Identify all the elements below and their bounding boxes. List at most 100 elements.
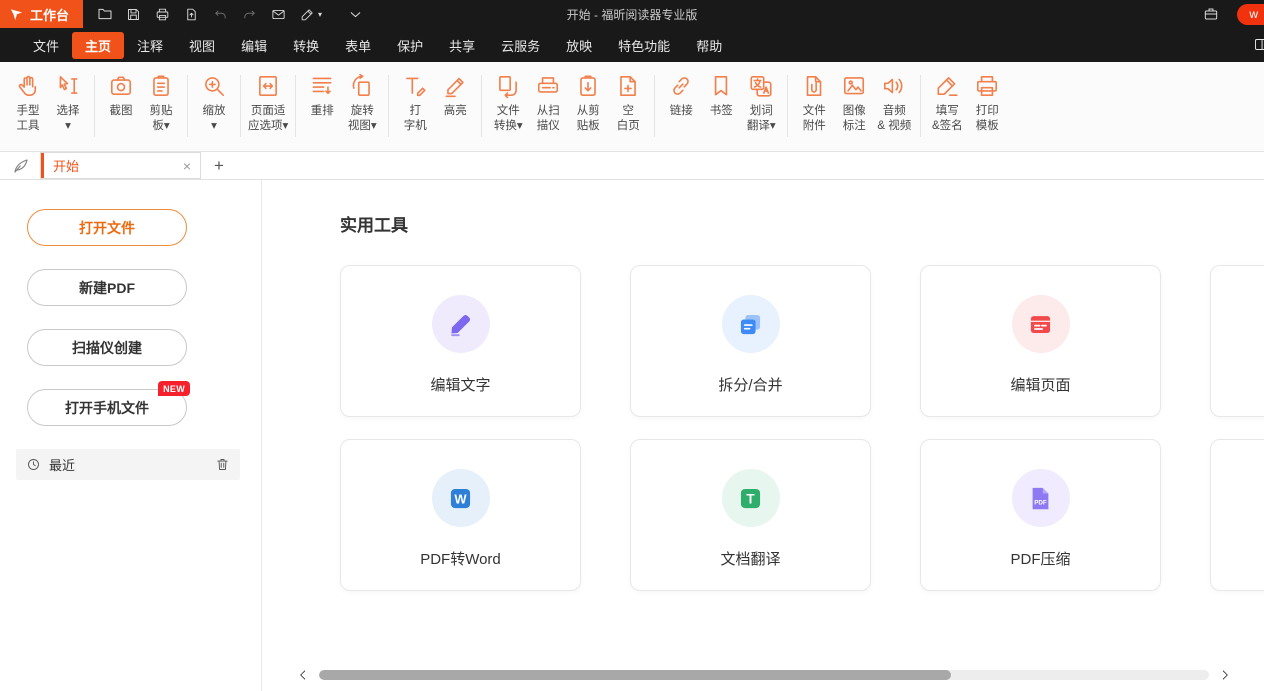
menu-cloud[interactable]: 云服务 <box>488 32 553 59</box>
tab-start[interactable]: 开始 × <box>40 152 201 179</box>
ribbon-group-sign-print: 填写 &签名 打印 模板 <box>927 62 1007 134</box>
sidebar-open-mobile-button[interactable]: 打开手机文件 NEW <box>27 389 187 426</box>
menu-comment[interactable]: 注释 <box>124 32 176 59</box>
menu-help[interactable]: 帮助 <box>683 32 735 59</box>
sidebar-open-file-button[interactable]: 打开文件 <box>27 209 187 246</box>
save-button[interactable] <box>120 2 147 26</box>
tool-card-partial[interactable] <box>1210 265 1264 417</box>
menu-edit[interactable]: 编辑 <box>228 32 280 59</box>
toolbar-highlight[interactable]: 高亮 <box>436 62 474 134</box>
panel-icon[interactable] <box>1253 37 1264 52</box>
toolbar-bookmark[interactable]: 书签 <box>702 62 740 134</box>
tool-card-pdf-compress[interactable]: PDF压缩 <box>920 439 1161 591</box>
menu-form[interactable]: 表单 <box>332 32 384 59</box>
titlebar: 工作台 ▾ 开始 - 福昕阅读器专业版 w <box>0 0 1264 28</box>
print-button[interactable] <box>149 2 176 26</box>
toolbar-clipboard[interactable]: 剪贴 板▾ <box>142 62 180 134</box>
button-label: 新建PDF <box>79 278 135 298</box>
toolbar-label: 音频 & 视频 <box>877 104 911 134</box>
toolbar-image-annotation[interactable]: 图像 标注 <box>835 62 873 134</box>
sign-pen-button[interactable] <box>294 2 321 26</box>
toolbar-link[interactable]: 链接 <box>662 62 700 134</box>
scrollbar-thumb[interactable] <box>319 670 951 680</box>
quill-icon[interactable] <box>12 157 30 175</box>
toolbar-file-attachment[interactable]: 文件 附件 <box>795 62 833 134</box>
scrollbar-track[interactable] <box>319 670 1209 680</box>
menu-present[interactable]: 放映 <box>553 32 605 59</box>
workspace-button[interactable]: 工作台 <box>0 0 83 28</box>
tool-card-doc-translate[interactable]: 文档翻译 <box>630 439 871 591</box>
ribbon-separator <box>920 75 921 137</box>
toolbar-reflow[interactable]: 重排 <box>303 62 341 134</box>
toolbar-from-scanner[interactable]: 从扫 描仪 <box>529 62 567 134</box>
undo-button[interactable] <box>207 2 234 26</box>
briefcase-button[interactable] <box>1197 2 1224 26</box>
toolbar-label: 链接 <box>670 104 693 119</box>
horizontal-scrollbar <box>296 668 1232 682</box>
scroll-left-icon[interactable] <box>296 668 310 682</box>
ribbon-group-create: 文件 转换▾ 从扫 描仪 从剪 贴板 空 白页 <box>488 62 648 134</box>
toolbar-zoom[interactable]: 缩放 ▾ <box>195 62 233 134</box>
briefcase-icon <box>1203 6 1219 22</box>
toolbar-from-clipboard[interactable]: 从剪 贴板 <box>569 62 607 134</box>
tool-card-partial[interactable] <box>1210 439 1264 591</box>
tool-card-edit-pages[interactable]: 编辑页面 <box>920 265 1161 417</box>
toolbar-word-translate[interactable]: 划词 翻译▾ <box>742 62 780 134</box>
customize-toolbar-button[interactable] <box>342 2 369 26</box>
toolbar-hand-tool[interactable]: 手型 工具 <box>9 62 47 134</box>
tool-card-split-merge[interactable]: 拆分/合并 <box>630 265 871 417</box>
toolbar-audio-video[interactable]: 音频 & 视频 <box>875 62 913 134</box>
menu-protect[interactable]: 保护 <box>384 32 436 59</box>
toolbar-snapshot[interactable]: 截图 <box>102 62 140 134</box>
toolbar-file-convert[interactable]: 文件 转换▾ <box>489 62 527 134</box>
scroll-right-icon[interactable] <box>1218 668 1232 682</box>
tool-card-edit-text[interactable]: 编辑文字 <box>340 265 581 417</box>
mail-icon <box>271 7 286 22</box>
ribbon-group-pagefit: 页面适 应选项▾ <box>247 62 289 134</box>
toolbar-rotate-view[interactable]: 旋转 视图▾ <box>343 62 381 134</box>
tool-card-label: 编辑文字 <box>430 374 490 395</box>
pen-icon <box>300 7 315 22</box>
toolbar-blank-page[interactable]: 空 白页 <box>609 62 647 134</box>
export-button[interactable] <box>178 2 205 26</box>
clock-icon <box>26 457 41 472</box>
new-tab-button[interactable]: + <box>214 156 224 176</box>
sidebar-new-pdf-button[interactable]: 新建PDF <box>27 269 187 306</box>
toolbar-label: 重排 <box>311 104 334 119</box>
button-label: 打开文件 <box>79 218 135 238</box>
menu-file[interactable]: 文件 <box>20 32 72 59</box>
tool-card-label: 编辑页面 <box>1010 374 1070 395</box>
tool-icon-circle <box>722 469 780 527</box>
sidebar-scanner-create-button[interactable]: 扫描仪创建 <box>27 329 187 366</box>
trash-icon[interactable] <box>215 457 230 472</box>
redo-icon <box>242 7 257 22</box>
camera-icon <box>108 73 134 99</box>
open-button[interactable] <box>91 2 118 26</box>
page-fit-icon <box>255 73 281 99</box>
menu-convert[interactable]: 转换 <box>280 32 332 59</box>
toolbar-fill-sign[interactable]: 填写 &签名 <box>928 62 966 134</box>
user-badge[interactable]: w <box>1237 4 1264 25</box>
menu-home[interactable]: 主页 <box>72 32 124 59</box>
tool-card-pdf-to-word[interactable]: PDF转Word <box>340 439 581 591</box>
toolbar-page-fit-options[interactable]: 页面适 应选项▾ <box>248 62 288 134</box>
menu-features[interactable]: 特色功能 <box>605 32 683 59</box>
toolbar-typewriter[interactable]: 打 字机 <box>396 62 434 134</box>
folder-icon <box>97 6 113 22</box>
toolbar-print-template[interactable]: 打印 模板 <box>968 62 1006 134</box>
toolbar-select-tool[interactable]: 选择 ▾ <box>49 62 87 134</box>
redo-button[interactable] <box>236 2 263 26</box>
tab-close-icon[interactable]: × <box>183 159 191 173</box>
dropdown-arrow-icon: ▾ <box>318 10 322 19</box>
tool-card-label: 拆分/合并 <box>718 374 782 395</box>
ribbon-group-media: 文件 附件 图像 标注 音频 & 视频 <box>794 62 914 134</box>
recent-row[interactable]: 最近 <box>16 449 240 480</box>
tab-active-indicator <box>41 153 44 178</box>
printer-icon <box>974 73 1000 99</box>
menu-share[interactable]: 共享 <box>436 32 488 59</box>
email-button[interactable] <box>265 2 292 26</box>
ribbon-group-clipboard: 截图 剪贴 板▾ <box>101 62 181 134</box>
toolbar-label: 截图 <box>110 104 133 119</box>
menu-view[interactable]: 视图 <box>176 32 228 59</box>
save-icon <box>126 7 141 22</box>
